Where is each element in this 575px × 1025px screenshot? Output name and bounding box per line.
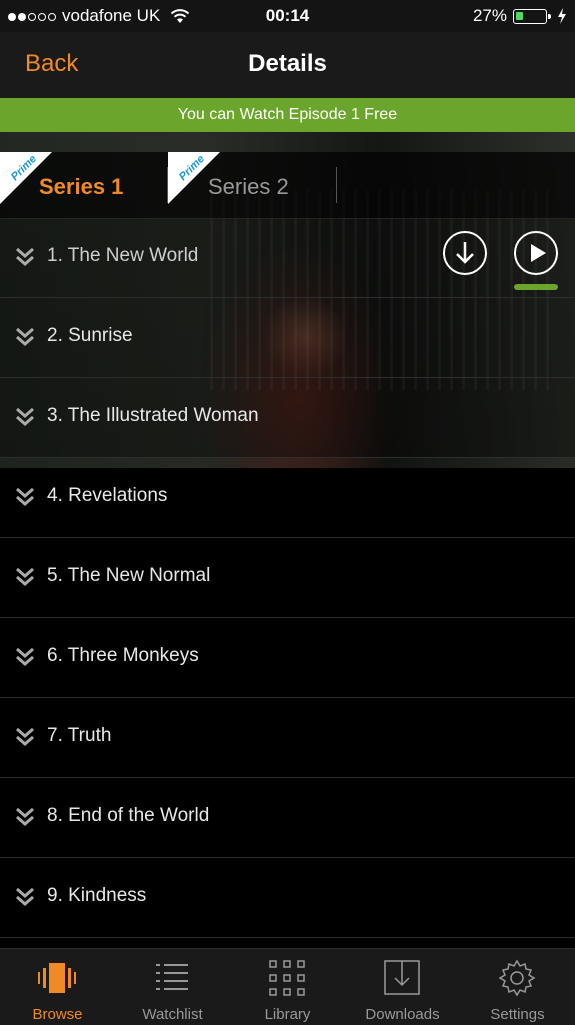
episode-row-2[interactable]: 2. Sunrise xyxy=(0,298,575,378)
battery-percent: 27% xyxy=(472,6,507,25)
episode-title: 8. End of the World xyxy=(47,805,210,826)
episode-title: 1. The New World xyxy=(47,245,199,266)
double-chevron-down-icon[interactable] xyxy=(14,566,36,588)
episode-title: 4. Revelations xyxy=(47,485,168,506)
tab-watchlist-label: Watchlist xyxy=(142,1006,203,1023)
download-arrow-icon xyxy=(456,242,474,264)
episode-row-4[interactable]: 4. Revelations xyxy=(0,458,575,538)
navigation-bar: Back Details xyxy=(0,32,575,98)
double-chevron-down-icon[interactable] xyxy=(14,646,36,668)
episode-row-5[interactable]: 5. The New Normal xyxy=(0,538,575,618)
charging-bolt-icon xyxy=(558,8,566,24)
tab-downloads-label: Downloads xyxy=(365,1006,440,1023)
episode-row-6[interactable]: 6. Three Monkeys xyxy=(0,618,575,698)
page-title: Details xyxy=(248,50,327,77)
tab-downloads[interactable]: Downloads xyxy=(345,949,460,1025)
double-chevron-down-icon[interactable] xyxy=(14,726,36,748)
battery-icon xyxy=(513,8,551,24)
library-grid-icon xyxy=(269,960,305,996)
episode-title: 2. Sunrise xyxy=(47,325,133,346)
double-chevron-down-icon[interactable] xyxy=(14,406,36,428)
episode-row-9[interactable]: 9. Kindness xyxy=(0,858,575,938)
double-chevron-down-icon[interactable] xyxy=(14,486,36,508)
episode-title: 7. Truth xyxy=(47,725,112,746)
play-button[interactable] xyxy=(514,231,558,275)
tab-series-2[interactable]: Prime Series 2 xyxy=(168,152,338,218)
double-chevron-down-icon[interactable] xyxy=(14,886,36,908)
episode-row-3[interactable]: 3. The Illustrated Woman xyxy=(0,378,575,458)
double-chevron-down-icon[interactable] xyxy=(14,806,36,828)
tab-series-2-label: Series 2 xyxy=(208,174,289,199)
double-chevron-down-icon[interactable] xyxy=(14,326,36,348)
battery-group: 27% xyxy=(473,6,567,26)
tab-browse-label: Browse xyxy=(32,1006,83,1023)
bottom-tab-bar: Browse Watchlist Library Downloads Setti… xyxy=(0,948,575,1025)
episode-title: 3. The Illustrated Woman xyxy=(47,405,259,426)
play-icon xyxy=(531,244,546,262)
free-episode-banner: You can Watch Episode 1 Free xyxy=(0,98,575,132)
tab-library[interactable]: Library xyxy=(230,949,345,1025)
double-chevron-down-icon[interactable] xyxy=(14,246,36,268)
episode-title: 6. Three Monkeys xyxy=(47,645,199,666)
episode-row-1[interactable]: 1. The New World xyxy=(0,218,575,298)
episode-title: 9. Kindness xyxy=(47,885,147,906)
episode-row-7[interactable]: 7. Truth xyxy=(0,698,575,778)
tab-series-1[interactable]: Prime Series 1 xyxy=(0,152,165,218)
watchlist-icon xyxy=(156,964,188,990)
tab-watchlist[interactable]: Watchlist xyxy=(115,949,230,1025)
browse-icon xyxy=(38,963,76,993)
episode-row-8[interactable]: 8. End of the World xyxy=(0,778,575,858)
download-button[interactable] xyxy=(443,231,487,275)
series-tabs: Prime Series 1 Prime Series 2 xyxy=(0,152,575,219)
tab-divider xyxy=(336,167,337,203)
tab-settings[interactable]: Settings xyxy=(460,949,575,1025)
tab-series-1-label: Series 1 xyxy=(39,174,124,199)
watch-progress-bar xyxy=(514,284,558,290)
tab-settings-label: Settings xyxy=(490,1006,545,1023)
episode-title: 5. The New Normal xyxy=(47,565,211,586)
gear-icon xyxy=(498,959,536,997)
downloads-icon xyxy=(384,960,420,995)
status-bar: vodafone UK 00:14 27% xyxy=(0,0,575,32)
episode-list: 1. The New World 2. Sunrise 3. The Illus… xyxy=(0,218,575,938)
tab-browse[interactable]: Browse xyxy=(0,949,115,1025)
tab-library-label: Library xyxy=(264,1006,311,1023)
